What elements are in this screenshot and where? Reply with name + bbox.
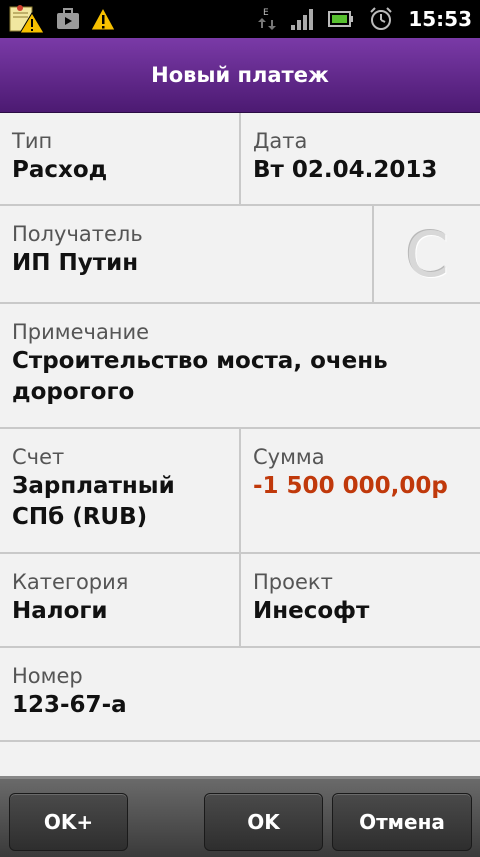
number-value: 123-67-а — [12, 692, 127, 718]
note-field[interactable]: Примечание Строительство моста, очень до… — [0, 304, 480, 427]
date-value: Вт 02.04.2013 — [253, 157, 438, 183]
title-bar: Новый платеж — [0, 38, 480, 113]
status-bar: E 15:53 — [0, 0, 480, 38]
alarm-icon — [370, 7, 393, 30]
number-field[interactable]: Номер 123-67-а — [0, 648, 480, 740]
form-row-number: Номер 123-67-а — [0, 648, 480, 742]
project-value: Инесофт — [253, 598, 370, 624]
amount-label: Сумма — [253, 445, 325, 469]
recipient-value: ИП Путин — [12, 250, 139, 276]
form-row-category-project: Категория Налоги Проект Инесофт — [0, 554, 480, 648]
page-title: Новый платеж — [151, 63, 329, 87]
contact-icon: C — [405, 217, 449, 291]
amount-value: -1 500 000,00р — [253, 473, 448, 499]
type-field[interactable]: Тип Расход — [0, 113, 241, 204]
note-value: Строительство моста, очень дорогого — [12, 348, 388, 405]
form-row-account-amount: Счет Зарплатный СПб (RUB) Сумма -1 500 0… — [0, 429, 480, 554]
battery-icon — [328, 11, 354, 27]
recipient-field[interactable]: Получатель ИП Путин — [0, 206, 374, 302]
project-label: Проект — [253, 570, 333, 594]
signal-icon — [291, 9, 314, 30]
project-field[interactable]: Проект Инесофт — [241, 554, 480, 646]
date-label: Дата — [253, 129, 308, 153]
amount-field[interactable]: Сумма -1 500 000,00р — [241, 429, 480, 552]
recipient-label: Получатель — [12, 222, 143, 246]
form-row-note: Примечание Строительство моста, очень до… — [0, 304, 480, 429]
briefcase-icon — [57, 8, 79, 29]
warning-icon — [90, 7, 116, 31]
button-bar: OK+ OK Отмена — [0, 776, 480, 857]
data-arrows-icon: E — [258, 8, 277, 30]
type-label: Тип — [12, 129, 53, 153]
category-field[interactable]: Категория Налоги — [0, 554, 241, 646]
ok-button[interactable]: OK — [204, 793, 323, 851]
account-label: Счет — [12, 445, 65, 469]
note-label: Примечание — [12, 320, 150, 344]
payment-form: Тип Расход Дата Вт 02.04.2013 Получатель… — [0, 113, 480, 742]
number-label: Номер — [12, 664, 83, 688]
account-value: Зарплатный СПб (RUB) — [12, 473, 175, 530]
note-warning-icon — [9, 5, 45, 34]
form-row-recipient: Получатель ИП Путин C — [0, 206, 480, 304]
account-field[interactable]: Счет Зарплатный СПб (RUB) — [0, 429, 241, 552]
cancel-button[interactable]: Отмена — [332, 793, 472, 851]
date-field[interactable]: Дата Вт 02.04.2013 — [241, 113, 480, 204]
status-time: 15:53 — [408, 7, 472, 31]
category-label: Категория — [12, 570, 129, 594]
network-type: E — [263, 8, 269, 18]
category-value: Налоги — [12, 598, 108, 624]
contact-picker-button[interactable]: C — [374, 206, 480, 302]
form-row-type-date: Тип Расход Дата Вт 02.04.2013 — [0, 113, 480, 206]
ok-plus-button[interactable]: OK+ — [9, 793, 128, 851]
type-value: Расход — [12, 157, 108, 183]
